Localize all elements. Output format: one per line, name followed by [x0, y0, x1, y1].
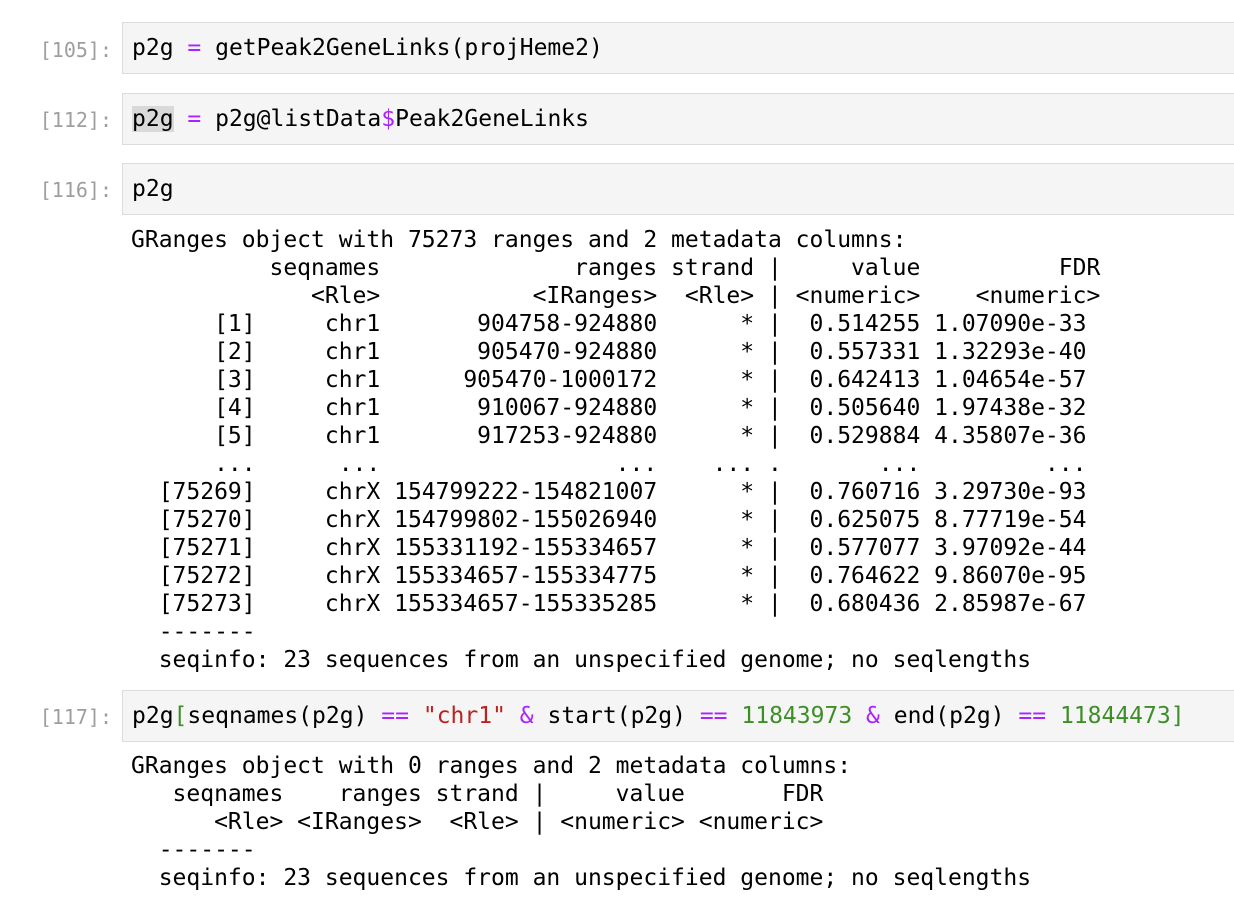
- code-token: end(p2g): [879, 703, 1019, 729]
- output-line: -------: [131, 619, 256, 645]
- code-token: $: [381, 106, 396, 132]
- code-token: p2g: [132, 176, 174, 202]
- code-token: start(p2g): [533, 703, 700, 729]
- code-token: 11844473: [1059, 703, 1171, 729]
- code-token: p2g@listData: [201, 106, 382, 132]
- output-line: -------: [131, 837, 256, 863]
- code-token: 11843973: [741, 703, 853, 729]
- code-token: p2g: [132, 703, 174, 729]
- output-line: [4] chr1 910067-924880 * | 0.505640 1.97…: [131, 395, 1087, 421]
- code-token: ==: [699, 703, 728, 729]
- output-line: [75269] chrX 154799222-154821007 * | 0.7…: [131, 479, 1087, 505]
- output-line: GRanges object with 75273 ranges and 2 m…: [131, 227, 907, 253]
- output-line: <Rle> <IRanges> <Rle> | <numeric> <numer…: [131, 283, 1101, 309]
- cell-output: GRanges object with 75273 ranges and 2 m…: [131, 226, 1100, 674]
- output-line: ... ... ... ... . ... ...: [131, 451, 1087, 477]
- code-token: &: [866, 703, 880, 729]
- output-line: <Rle> <IRanges> <Rle> | <numeric> <numer…: [131, 809, 824, 835]
- code-input[interactable]: p2g = getPeak2GeneLinks(projHeme2): [122, 22, 1234, 74]
- output-line: [3] chr1 905470-1000172 * | 0.642413 1.0…: [131, 367, 1087, 393]
- code-token: "chr1": [422, 703, 506, 729]
- code-token: Peak2GeneLinks: [395, 106, 590, 132]
- code-token: ]: [1170, 703, 1185, 729]
- code-input[interactable]: p2g[seqnames(p2g) == "chr1" & start(p2g)…: [122, 690, 1234, 742]
- output-line: [75271] chrX 155331192-155334657 * | 0.5…: [131, 535, 1087, 561]
- code-input[interactable]: p2g = p2g@listData$Peak2GeneLinks: [122, 93, 1234, 145]
- code-token: &: [519, 703, 534, 729]
- output-line: seqnames ranges strand | value FDR: [131, 781, 824, 807]
- code-token: ==: [1018, 703, 1047, 729]
- code-token: [: [173, 703, 188, 729]
- output-line: seqnames ranges strand | value FDR: [131, 255, 1101, 281]
- code-token: getPeak2GeneLinks(projHeme2): [201, 35, 603, 61]
- output-line: seqinfo: 23 sequences from an unspecifie…: [131, 647, 1032, 673]
- output-line: seqinfo: 23 sequences from an unspecifie…: [131, 865, 1032, 891]
- code-token: seqnames(p2g): [187, 703, 382, 729]
- cell-prompt: [112]:: [39, 108, 112, 132]
- code-token: p2g: [132, 35, 188, 61]
- code-token: =: [187, 35, 202, 61]
- cell-prompt: [105]:: [39, 38, 112, 62]
- cell-prompt: [117]:: [39, 705, 112, 729]
- output-line: [75270] chrX 154799802-155026940 * | 0.6…: [131, 507, 1087, 533]
- output-line: [1] chr1 904758-924880 * | 0.514255 1.07…: [131, 311, 1087, 337]
- output-line: [2] chr1 905470-924880 * | 0.557331 1.32…: [131, 339, 1087, 365]
- code-token: =: [187, 106, 202, 132]
- output-line: [75273] chrX 155334657-155335285 * | 0.6…: [131, 591, 1087, 617]
- cell-prompt: [116]:: [39, 178, 112, 202]
- code-token: p2g: [132, 106, 174, 132]
- cell-output: GRanges object with 0 ranges and 2 metad…: [131, 752, 1031, 892]
- output-line: [75272] chrX 155334657-155334775 * | 0.7…: [131, 563, 1087, 589]
- output-line: GRanges object with 0 ranges and 2 metad…: [131, 753, 852, 779]
- output-line: [5] chr1 917253-924880 * | 0.529884 4.35…: [131, 423, 1087, 449]
- code-token: ==: [381, 703, 409, 729]
- code-input[interactable]: p2g: [122, 163, 1234, 215]
